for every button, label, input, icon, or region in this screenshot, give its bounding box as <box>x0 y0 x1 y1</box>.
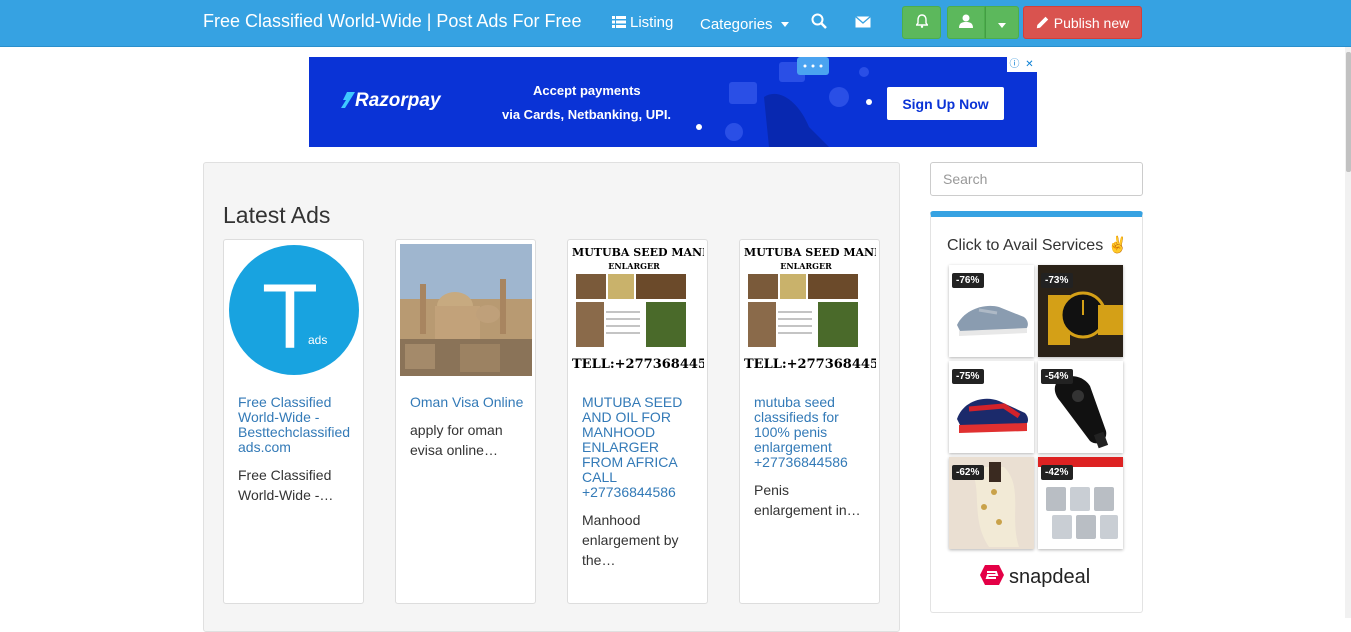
caret-down-icon <box>998 15 1006 31</box>
notifications-button[interactable] <box>902 6 941 39</box>
banner-line-2: via Cards, Netbanking, UPI. <box>502 107 672 122</box>
pencil-icon <box>1036 16 1049 29</box>
thumb-footer: TELL:+277368445861 <box>744 357 876 372</box>
ad-card[interactable]: ELL MUTUBA SEED MANHOO ENLARGER TELL:+27… <box>739 239 880 604</box>
product-tile[interactable]: -75% <box>949 361 1034 453</box>
banner-decoration <box>696 57 872 147</box>
product-tile[interactable]: -73% <box>1038 265 1123 357</box>
adchoices-icon[interactable]: ⓘ✕ <box>1007 57 1037 72</box>
nav-categories-label: Categories <box>700 16 773 33</box>
top-navbar: Free Classified World-Wide | Post Ads Fo… <box>0 0 1351 47</box>
ad-title[interactable]: mutuba seed classifieds for 100% penis e… <box>754 395 868 470</box>
bell-icon <box>914 14 929 31</box>
publish-new-button[interactable]: Publish new <box>1023 6 1142 39</box>
thumb-header: ELL MUTUBA SEED MANHOO <box>744 246 876 259</box>
ad-title[interactable]: MUTUBA SEED AND OIL FOR MANHOOD ENLARGER… <box>582 395 696 500</box>
site-brand[interactable]: Free Classified World-Wide | Post Ads Fo… <box>203 11 581 32</box>
sign-up-now-button[interactable]: Sign Up Now <box>887 87 1004 120</box>
product-tile[interactable]: -42% <box>1038 457 1123 549</box>
snapdeal-label: snapdeal <box>1009 566 1091 588</box>
ad-description: apply for oman evisa online… <box>410 422 503 458</box>
envelope-icon[interactable] <box>855 15 871 33</box>
ad-card[interactable]: ELL MUTUBA SEED MANHOO ENLARGER TELL:+27… <box>567 239 708 604</box>
scrollbar-thumb[interactable] <box>1346 52 1351 172</box>
thumb-letter: T <box>262 266 318 368</box>
thumb-sub: ads <box>308 333 327 347</box>
discount-badge: -54% <box>1041 369 1074 384</box>
search-input[interactable] <box>930 162 1143 196</box>
razorpay-logo: Razorpay <box>341 90 441 114</box>
nav-listing-label: Listing <box>630 14 674 31</box>
thumb-sub: ENLARGER <box>780 261 832 271</box>
thumb-sub: ENLARGER <box>608 261 660 271</box>
ad-thumbnail <box>400 244 532 376</box>
discount-badge: -42% <box>1041 465 1074 480</box>
ad-thumbnail: T ads <box>228 244 360 376</box>
ad-description: Penis enlargement in… <box>754 482 861 518</box>
caret-down-icon <box>780 14 789 31</box>
thumb-footer: TELL:+277368445861 <box>572 357 704 372</box>
ad-title[interactable]: Oman Visa Online <box>410 395 524 410</box>
razorpay-banner-ad[interactable]: Razorpay Accept payments via Cards, Netb… <box>309 57 1037 147</box>
snapdeal-logo[interactable]: snapdeal <box>979 564 1090 591</box>
ad-thumbnail: ELL MUTUBA SEED MANHOO ENLARGER TELL:+27… <box>744 244 876 376</box>
user-icon <box>959 14 973 31</box>
banner-line-1: Accept payments <box>533 83 641 98</box>
latest-ads-panel: Latest Ads T ads Free Classified World-W… <box>203 162 900 632</box>
product-tile[interactable]: -62% <box>949 457 1034 549</box>
discount-badge: -62% <box>952 465 985 480</box>
user-menu-toggle[interactable] <box>985 6 1019 39</box>
ad-thumbnail: ELL MUTUBA SEED MANHOO ENLARGER TELL:+27… <box>572 244 704 376</box>
nav-listing[interactable]: Listing <box>612 14 673 32</box>
discount-badge: -73% <box>1041 273 1074 288</box>
list-icon <box>612 15 626 32</box>
search-icon[interactable] <box>811 13 827 34</box>
publish-new-label: Publish new <box>1053 14 1130 31</box>
section-title: Latest Ads <box>223 202 331 228</box>
discount-badge: -75% <box>952 369 985 384</box>
thumb-header: ELL MUTUBA SEED MANHOO <box>572 246 704 259</box>
ad-description: Manhood enlargement by the… <box>582 512 679 568</box>
product-tile[interactable]: -54% <box>1038 361 1123 453</box>
snapdeal-icon <box>979 564 1005 591</box>
services-widget: Click to Avail Services ✌ ⓘ✕ -76% -73% -… <box>930 211 1143 613</box>
user-button[interactable] <box>947 6 985 39</box>
ad-card[interactable]: T ads Free Classified World-Wide - Bestt… <box>223 239 364 604</box>
nav-categories[interactable]: Categories <box>700 14 789 33</box>
ad-description: Free Classified World-Wide -… <box>238 467 334 503</box>
discount-badge: -76% <box>952 273 985 288</box>
widget-title: Click to Avail Services ✌ <box>947 237 1128 254</box>
ad-title[interactable]: Free Classified World-Wide - Besttechcla… <box>238 395 352 455</box>
product-tile[interactable]: -76% <box>949 265 1034 357</box>
ad-card[interactable]: Oman Visa Online apply for oman evisa on… <box>395 239 536 604</box>
